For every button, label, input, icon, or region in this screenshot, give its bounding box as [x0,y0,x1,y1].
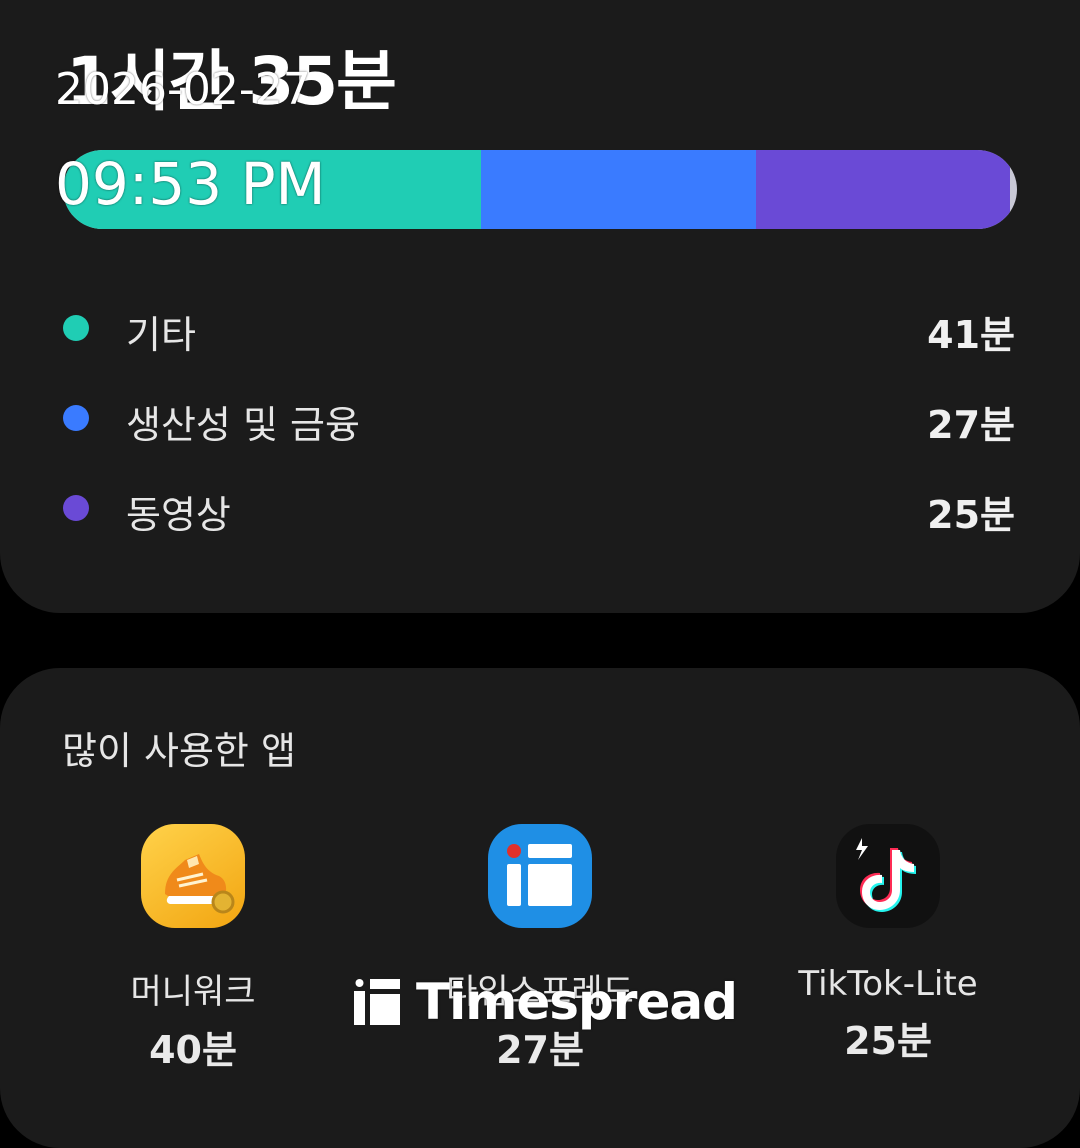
legend-item-video[interactable]: 동영상 25분 [0,478,1080,538]
most-used-title: 많이 사용한 앱 [62,729,296,773]
overlay-time: 09:53 PM [55,150,326,218]
app-usage-time: 25분 [844,1019,932,1063]
legend-item-productivity[interactable]: 생산성 및 금융 27분 [0,388,1080,448]
legend-dot-icon [63,405,89,431]
app-name: TikTok-Lite [798,964,978,1004]
timespread-logo-icon [354,979,400,1025]
tiktok-icon [836,824,940,928]
legend-label: 생산성 및 금융 [126,403,360,447]
legend-label: 동영상 [126,493,231,537]
app-usage-time: 40분 [149,1028,237,1072]
legend-value: 41분 [927,313,1015,357]
app-item-moneywalk[interactable]: 머니워크 40분 [83,824,303,1074]
legend-value: 25분 [927,493,1015,537]
watermark-brand: Timespread [416,973,738,1031]
timespread-watermark: Timespread [354,973,738,1031]
bar-segment-productivity [480,150,756,229]
sneaker-icon [141,824,245,928]
legend-value: 27분 [927,403,1015,447]
legend-dot-icon [63,495,89,521]
app-item-timespread[interactable]: 타임스프레드 27분 [430,824,650,1074]
legend-dot-icon [63,315,89,341]
overlay-date: 2026-02-27 [55,64,311,115]
timespread-icon [488,824,592,928]
legend-label: 기타 [126,313,196,357]
legend-item-other[interactable]: 기타 41분 [0,298,1080,358]
app-name: 머니워크 [130,972,256,1012]
bar-segment-video [755,150,1011,229]
app-item-tiktok-lite[interactable]: TikTok-Lite 25분 [778,824,998,1065]
